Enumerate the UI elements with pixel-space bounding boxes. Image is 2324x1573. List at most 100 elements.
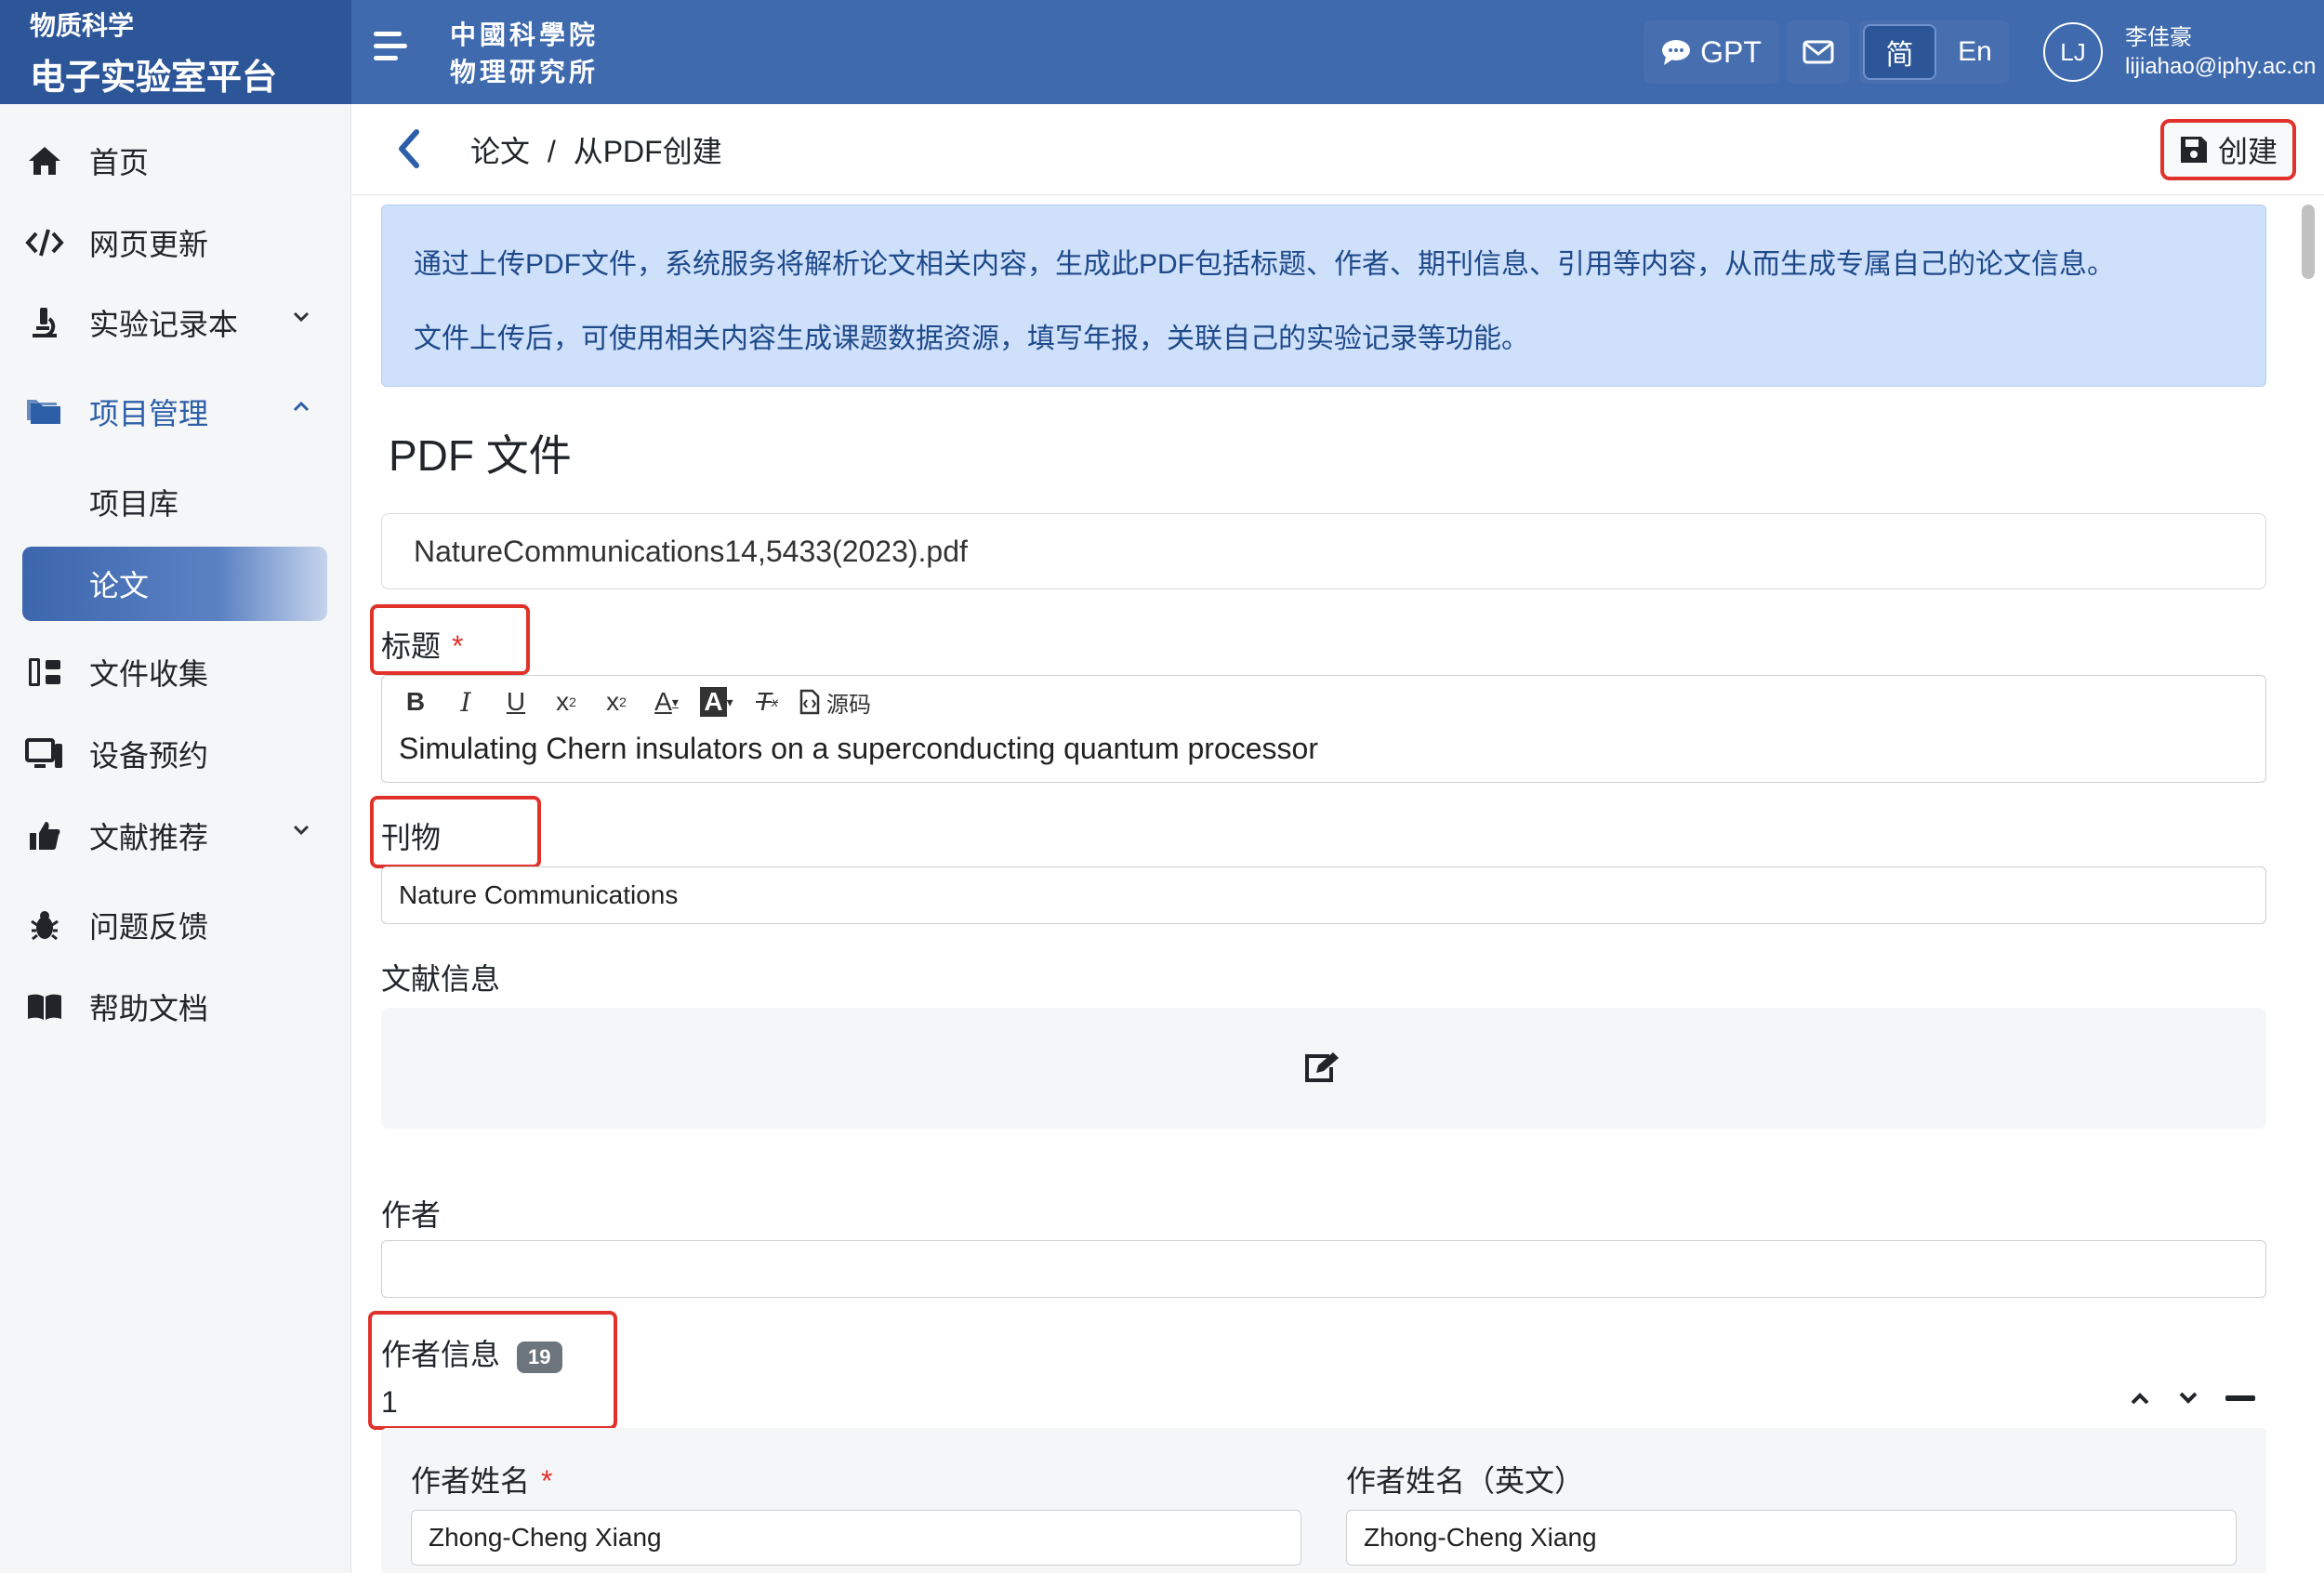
create-button[interactable]: 创建 xyxy=(2160,119,2296,180)
title-label-text: 标题 xyxy=(381,629,442,663)
info-alert: 通过上传PDF文件，系统服务将解析论文相关内容，生成此PDF包括标题、作者、期刊… xyxy=(381,205,2266,387)
sidebar-item-label: 文献推荐 xyxy=(89,821,209,854)
sitemap-icon xyxy=(29,658,60,686)
sidebar-item-web-update[interactable]: 网页更新 xyxy=(22,210,329,275)
author-name-en-label: 作者姓名（英文） xyxy=(1346,1464,1585,1498)
sidebar-item-file-collect[interactable]: 文件收集 xyxy=(22,640,329,705)
back-chevron-icon[interactable] xyxy=(396,128,424,169)
author-name-en-input[interactable]: Zhong-Cheng Xiang xyxy=(1346,1510,2237,1566)
avatar[interactable]: LJ xyxy=(2043,22,2103,82)
author-name-label-text: 作者姓名 xyxy=(411,1464,531,1498)
required-mark: * xyxy=(541,1464,553,1498)
move-down-icon[interactable] xyxy=(2177,1391,2199,1406)
reference-panel xyxy=(381,1008,2266,1129)
sidebar-item-label: 设备预约 xyxy=(89,739,209,773)
sidebar-item-label: 文件收集 xyxy=(89,657,209,691)
breadcrumb-current: 从PDF创建 xyxy=(573,135,722,168)
authors-input[interactable] xyxy=(381,1240,2266,1298)
folder-icon xyxy=(27,400,60,424)
remove-icon[interactable] xyxy=(2225,1395,2255,1402)
gpt-button[interactable]: GPT xyxy=(1644,20,1779,84)
sidebar-item-label: 首页 xyxy=(89,146,150,179)
title-rich-editor[interactable]: B I U x2 x2 A ▾ A ▾ Tx 源码 Simulating Chern… xyxy=(381,675,2266,783)
breadcrumb-bar: 论文 / 从PDF创建 xyxy=(351,104,2324,195)
create-label: 创建 xyxy=(2217,135,2278,168)
underline-icon[interactable]: U xyxy=(497,683,535,720)
sidebar-item-project-mgmt[interactable]: 项目管理 xyxy=(22,379,329,444)
sidebar-item-papers[interactable]: 论文 xyxy=(22,547,327,621)
move-up-icon[interactable] xyxy=(2129,1391,2151,1406)
breadcrumb: 论文 / 从PDF创建 xyxy=(470,128,722,171)
sidebar-item-label: 帮助文档 xyxy=(89,992,209,1025)
chat-icon xyxy=(1662,40,1691,65)
scrollbar-thumb[interactable] xyxy=(2302,205,2315,279)
user-email: lijiahao@iphy.ac.cn xyxy=(2125,54,2317,79)
breadcrumb-parent[interactable]: 论文 xyxy=(470,135,530,168)
brand[interactable]: 物质科学 电子实验室平台 xyxy=(0,0,351,104)
chevron-up-icon xyxy=(293,401,310,412)
mail-button[interactable] xyxy=(1787,20,1850,84)
brand-subtitle: 物质科学 xyxy=(30,11,135,40)
menu-toggle-icon[interactable] xyxy=(370,26,411,67)
background-color-icon[interactable]: A ▾ xyxy=(698,683,735,720)
journal-label: 刊物 xyxy=(381,821,442,854)
gpt-label: GPT xyxy=(1700,34,1762,69)
language-switch: 简 En xyxy=(1859,20,2010,84)
sidebar: 首页 网页更新 实验记录本 项目管理 项目库 论文 文件收集 设备预约 文献推荐 xyxy=(0,104,351,1573)
sidebar-item-label: 网页更新 xyxy=(89,228,209,261)
alert-line-1: 通过上传PDF文件，系统服务将解析论文相关内容，生成此PDF包括标题、作者、期刊… xyxy=(414,249,2115,280)
author-index: 1 xyxy=(381,1385,398,1419)
sidebar-item-label: 项目管理 xyxy=(89,397,209,430)
source-label: 源码 xyxy=(826,692,871,718)
bold-icon[interactable]: B xyxy=(397,683,434,720)
sidebar-item-label: 实验记录本 xyxy=(89,308,239,341)
edit-icon[interactable] xyxy=(1303,1051,1340,1084)
institute-logo: 中國科學院 物理研究所 xyxy=(450,17,599,91)
subscript-icon[interactable]: x2 xyxy=(548,683,585,720)
app-root: 物质科学 电子实验室平台 中國科學院 物理研究所 GPT 简 En LJ 李佳豪… xyxy=(0,0,2324,1573)
title-value[interactable]: Simulating Chern insulators on a superco… xyxy=(399,732,1318,766)
author-info-label: 作者信息 19 xyxy=(381,1331,562,1374)
sidebar-item-lab-notebook[interactable]: 实验记录本 xyxy=(22,290,329,355)
sidebar-item-project-lib[interactable]: 项目库 xyxy=(22,465,327,539)
top-bar: 物质科学 电子实验室平台 中國科學院 物理研究所 GPT 简 En LJ 李佳豪… xyxy=(0,0,2324,104)
chevron-down-icon xyxy=(293,311,310,323)
lang-en-button[interactable]: En xyxy=(1940,20,2010,84)
logo-line-1: 中國科學院 xyxy=(450,20,600,50)
title-label: 标题 * xyxy=(381,623,463,666)
sidebar-item-feedback[interactable]: 问题反馈 xyxy=(22,892,329,958)
chevron-down-icon xyxy=(293,825,310,836)
author-count-badge: 19 xyxy=(517,1341,562,1373)
home-icon xyxy=(29,147,60,175)
user-name: 李佳豪 xyxy=(2125,25,2192,50)
reference-label: 文献信息 xyxy=(381,962,501,996)
sidebar-item-device-booking[interactable]: 设备预约 xyxy=(22,721,329,786)
alert-line-2: 文件上传后，可使用相关内容生成课题数据资源，填写年报，关联自己的实验记录等功能。 xyxy=(414,324,1529,354)
journal-input[interactable]: Nature Communications xyxy=(381,866,2266,924)
save-icon xyxy=(2180,137,2207,163)
breadcrumb-separator: / xyxy=(547,135,556,168)
required-mark: * xyxy=(452,629,464,663)
code-icon xyxy=(25,229,64,257)
author-name-label: 作者姓名 * xyxy=(411,1458,552,1500)
pdf-file-field[interactable]: NatureCommunications14,5433(2023).pdf xyxy=(381,513,2266,589)
source-code-button[interactable]: 源码 xyxy=(799,683,871,720)
bug-icon xyxy=(31,911,59,941)
clear-format-icon[interactable]: Tx xyxy=(748,683,786,720)
desktop-icon xyxy=(25,738,62,768)
sidebar-item-home[interactable]: 首页 xyxy=(22,128,329,193)
text-color-icon[interactable]: A ▾ xyxy=(648,683,685,720)
logo-line-2: 物理研究所 xyxy=(450,57,600,87)
source-icon xyxy=(799,689,820,715)
author-name-input[interactable]: Zhong-Cheng Xiang xyxy=(411,1510,1301,1566)
superscript-icon[interactable]: x2 xyxy=(598,683,635,720)
author-info-text: 作者信息 xyxy=(381,1338,501,1371)
book-icon xyxy=(28,994,61,1020)
sidebar-item-lit-recommend[interactable]: 文献推荐 xyxy=(22,803,329,868)
mail-icon xyxy=(1802,40,1834,64)
brand-title: 电子实验室平台 xyxy=(30,59,278,98)
lang-zh-button[interactable]: 简 xyxy=(1863,24,1936,80)
italic-icon[interactable]: I xyxy=(447,683,484,720)
author-panel: 作者姓名 * 作者姓名（英文） Zhong-Cheng Xiang Zhong-C… xyxy=(381,1428,2266,1573)
sidebar-item-help-docs[interactable]: 帮助文档 xyxy=(22,974,329,1039)
